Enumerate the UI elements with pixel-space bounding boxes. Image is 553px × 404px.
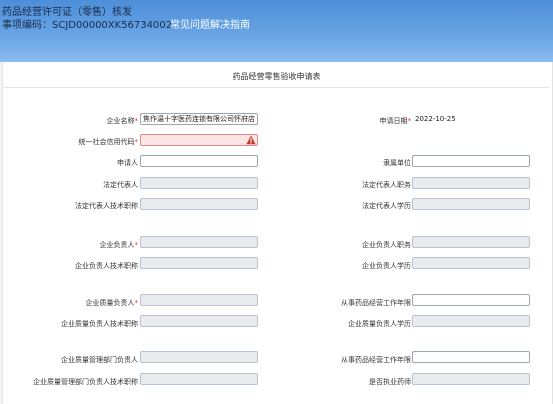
- qa-dept-years-label: 从事药品经营工作年限: [341, 356, 411, 364]
- divider: [4, 87, 549, 88]
- affiliation-label: 隶属单位: [383, 159, 411, 167]
- warning-icon: [246, 135, 256, 145]
- manager-post-label: 企业负责人职务: [362, 241, 411, 249]
- form-title: 药品经营零售验收申请表: [232, 72, 321, 81]
- applicant-input[interactable]: [140, 155, 258, 167]
- legal-rep-edu-input[interactable]: [412, 198, 530, 210]
- legal-rep-title-label: 法定代表人技术职称: [75, 202, 138, 210]
- manager-edu-input[interactable]: [412, 257, 530, 269]
- page-header: 药品经营许可证（零售）核发 事项编码：SCJD00000XK56734002 常…: [0, 0, 553, 62]
- manager-label: 企业负责人*: [99, 241, 139, 249]
- company-name-input[interactable]: 焦作温十字医药连锁有限公司怀府店: [140, 113, 258, 125]
- legal-rep-input[interactable]: [140, 177, 258, 189]
- credit-code-label: 统一社会信用代码*: [78, 138, 139, 146]
- qa-dept-years-input[interactable]: [412, 351, 530, 363]
- legal-rep-label: 法定代表人: [103, 181, 138, 189]
- legal-rep-post-input[interactable]: [412, 177, 530, 189]
- manager-post-input[interactable]: [412, 236, 530, 248]
- qa-manager-edu-input[interactable]: [412, 315, 530, 327]
- affiliation-input[interactable]: [412, 155, 530, 167]
- qa-manager-label: 企业质量负责人*: [85, 299, 139, 307]
- legal-rep-post-label: 法定代表人职务: [362, 181, 411, 189]
- manager-input[interactable]: [140, 236, 258, 248]
- faq-link[interactable]: 常见问题解决指南: [170, 16, 250, 31]
- qa-dept-head-label: 企业质量管理部门负责人: [61, 356, 138, 364]
- company-name-label: 企业名称*: [106, 117, 139, 125]
- licensed-pharmacist-input[interactable]: [412, 373, 530, 385]
- years-in-pharma-label: 从事药品经营工作年限: [341, 299, 411, 307]
- qa-manager-title-label: 企业质量负责人技术职称: [61, 320, 138, 328]
- qa-dept-head-title-label: 企业质量管理部门负责人技术职称: [33, 378, 138, 386]
- years-in-pharma-input[interactable]: [412, 294, 530, 306]
- legal-rep-title-input[interactable]: [140, 198, 258, 210]
- credit-code-input[interactable]: [140, 134, 258, 146]
- qa-manager-input[interactable]: [140, 294, 258, 306]
- licensed-pharmacist-label: 是否执业药师: [369, 378, 411, 386]
- manager-title-label: 企业负责人技术职称: [75, 262, 138, 270]
- item-code: 事项编码：SCJD00000XK56734002: [2, 20, 173, 31]
- manager-edu-label: 企业负责人学历: [362, 262, 411, 270]
- qa-dept-head-title-input[interactable]: [140, 373, 258, 385]
- manager-title-input[interactable]: [140, 257, 258, 269]
- apply-date-value: 2022-10-25: [415, 115, 456, 123]
- qa-manager-title-input[interactable]: [140, 315, 258, 327]
- apply-date-label: 申请日期*: [379, 117, 412, 125]
- qa-manager-edu-label: 企业质量负责人学历: [348, 320, 411, 328]
- qa-dept-head-input[interactable]: [140, 351, 258, 363]
- legal-rep-edu-label: 法定代表人学历: [362, 202, 411, 210]
- applicant-label: 申请人: [117, 159, 138, 167]
